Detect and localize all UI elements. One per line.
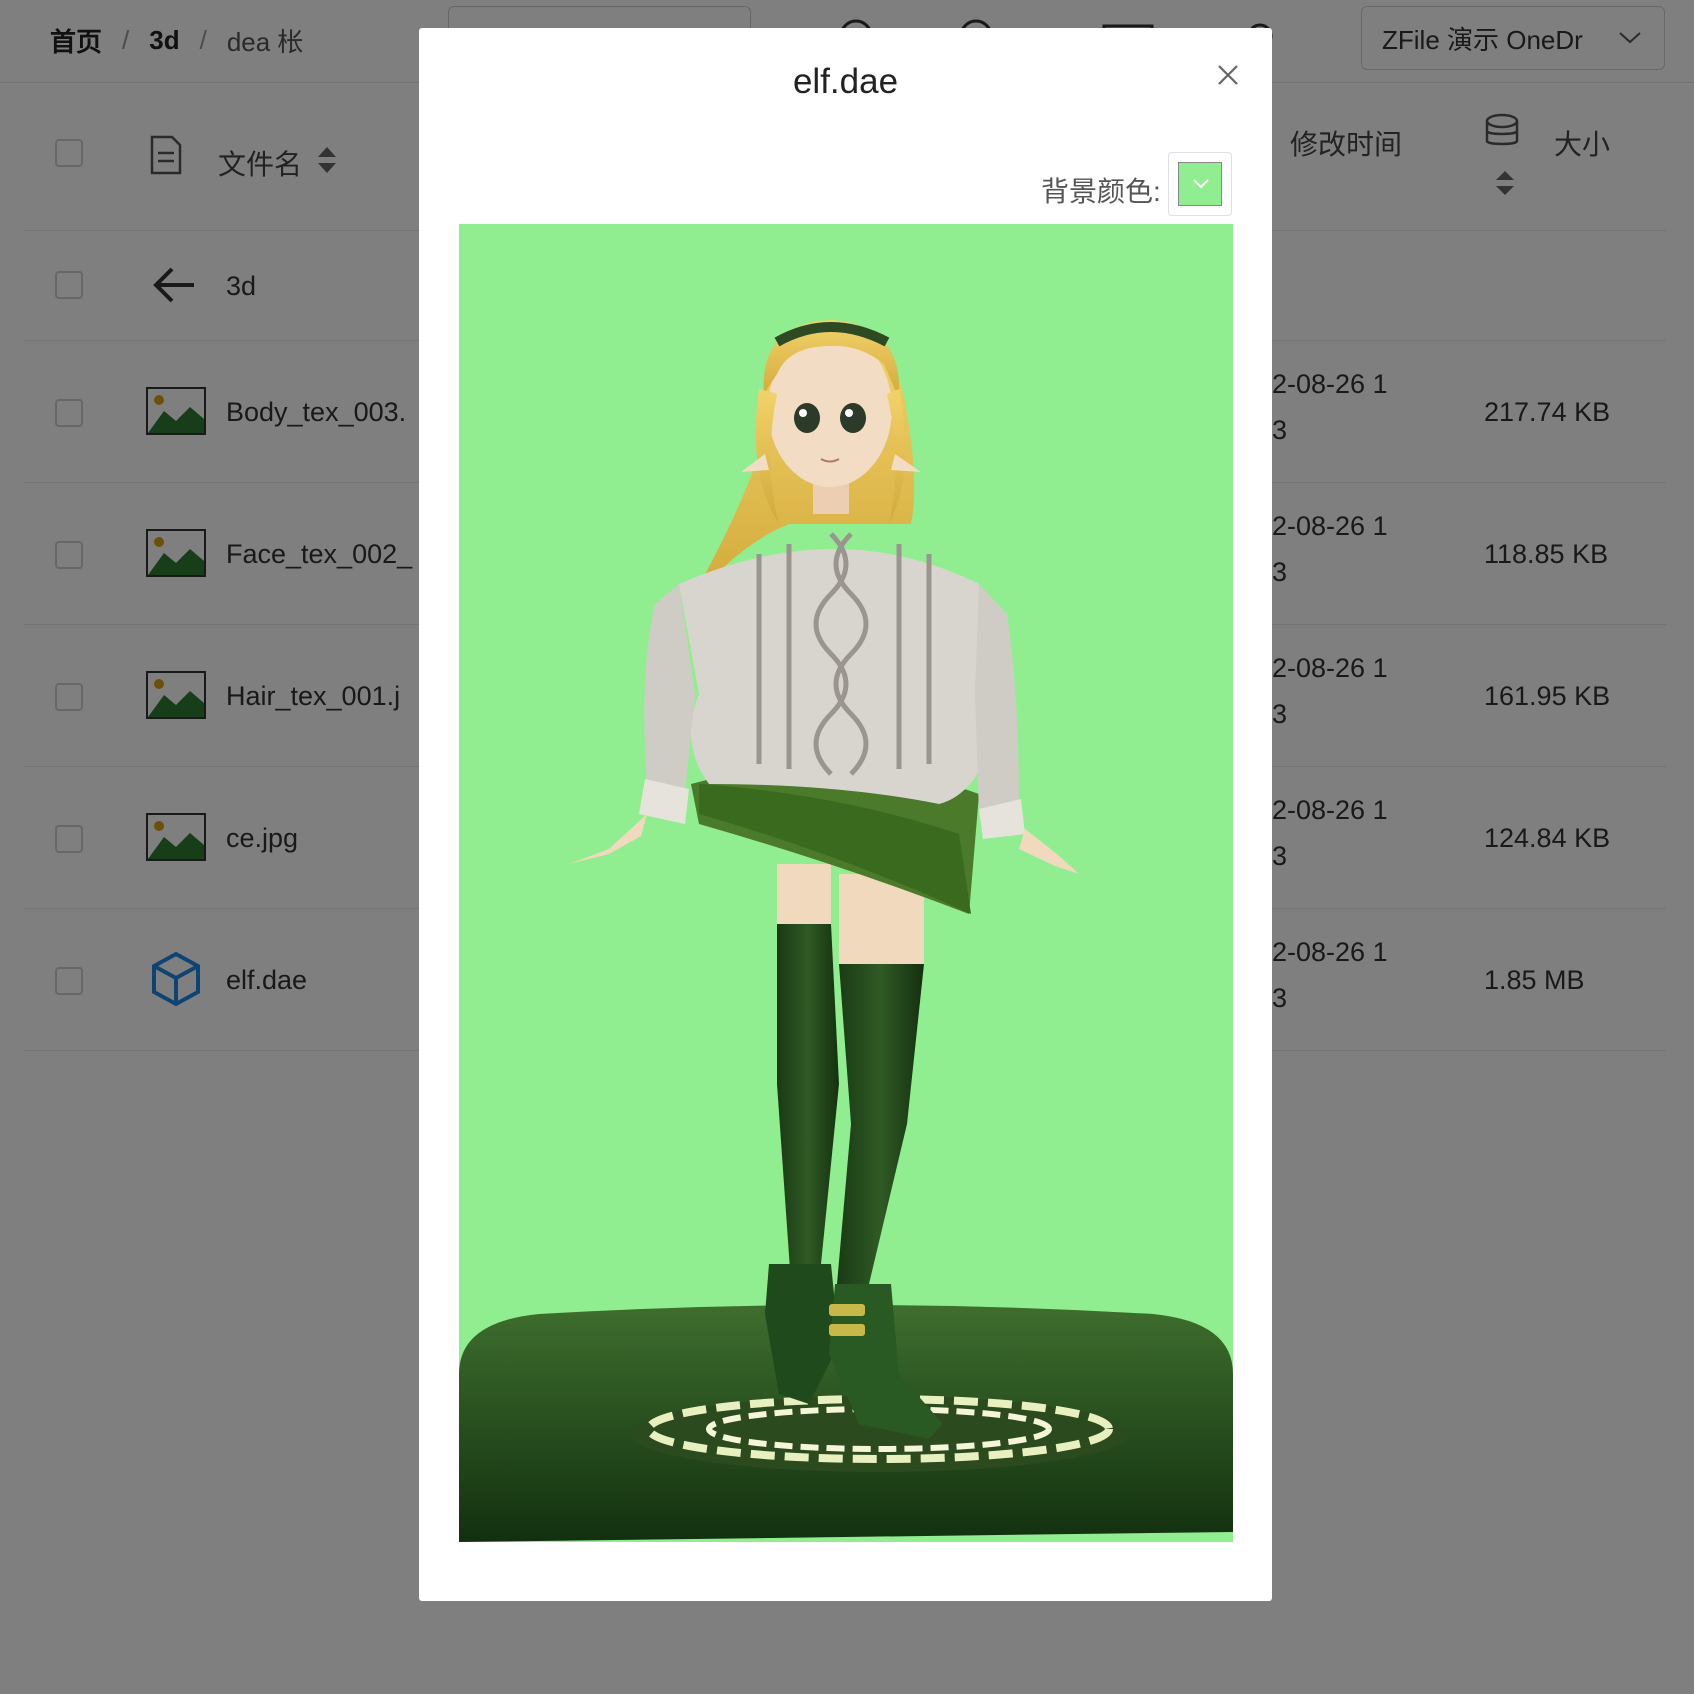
close-icon[interactable] — [1206, 53, 1250, 97]
background-color-label: 背景颜色: — [1041, 176, 1161, 207]
color-swatch — [1178, 162, 1222, 206]
3d-model-viewer[interactable] — [459, 224, 1233, 1542]
chevron-down-icon — [1193, 179, 1209, 189]
preview-modal: elf.dae 背景颜色: — [419, 28, 1272, 1601]
3d-model-render — [459, 320, 1233, 1542]
modal-title: elf.dae — [792, 62, 899, 101]
background-color-picker[interactable] — [1168, 152, 1232, 216]
